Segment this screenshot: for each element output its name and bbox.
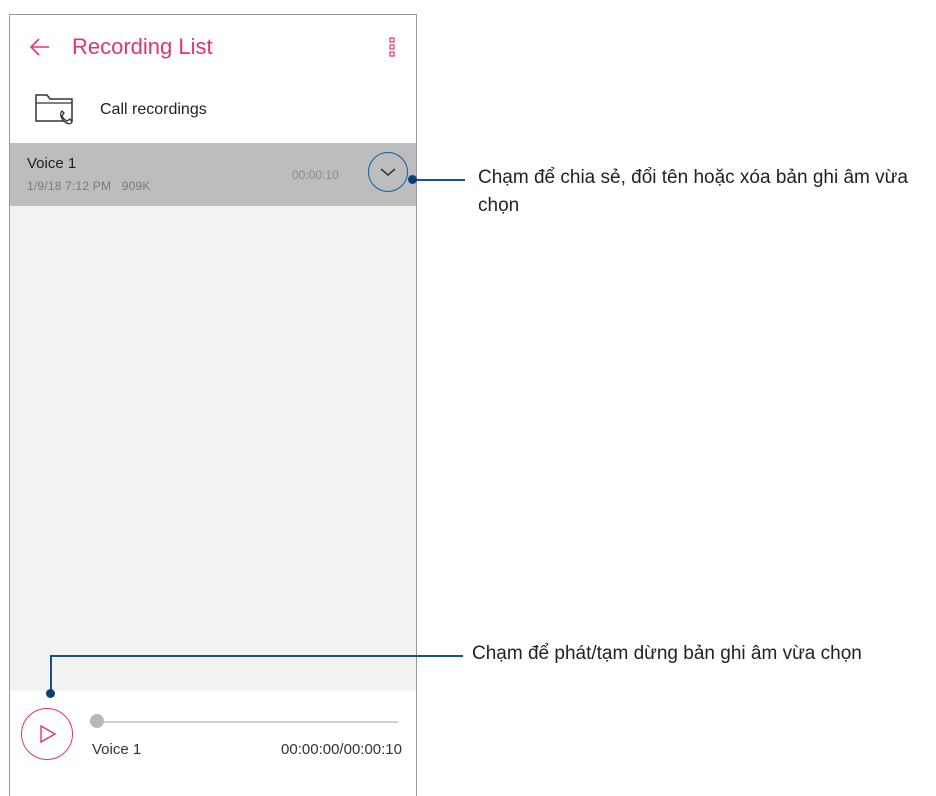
folder-label: Call recordings: [100, 101, 207, 118]
phone-screen: Recording List Call recordings Voice 1 1…: [9, 14, 417, 796]
page-title: Recording List: [72, 34, 213, 59]
folder-row-call-recordings[interactable]: Call recordings: [10, 81, 416, 141]
callout-line: [50, 655, 52, 693]
recording-meta: 1/9/18 7:12 PM 909K: [27, 179, 151, 193]
more-vertical-icon[interactable]: [388, 35, 396, 59]
arrow-left-icon[interactable]: [28, 35, 52, 59]
callout-text-play: Chạm để phát/tạm dừng bản ghi âm vừa chọ…: [472, 643, 862, 664]
callout-line: [50, 655, 463, 657]
callout-dot: [408, 175, 417, 184]
seek-thumb[interactable]: [90, 714, 104, 728]
player-bar: Voice 1 00:00:00/00:00:10: [10, 691, 416, 796]
folder-phone-icon: [34, 91, 76, 127]
recording-list: Voice 1 1/9/18 7:12 PM 909K 00:00:10: [10, 143, 416, 691]
app-bar: Recording List: [10, 15, 416, 79]
play-button[interactable]: [21, 708, 73, 760]
seek-track[interactable]: [94, 721, 398, 723]
callout-dot: [46, 689, 55, 698]
list-item[interactable]: Voice 1 1/9/18 7:12 PM 909K 00:00:10: [10, 143, 416, 206]
chevron-down-icon: [380, 168, 396, 176]
player-time: 00:00:00/00:00:10: [281, 741, 402, 758]
expand-options-button[interactable]: [368, 152, 408, 192]
recording-name: Voice 1: [27, 155, 77, 172]
recording-duration: 00:00:10: [292, 168, 339, 182]
player-recording-name: Voice 1: [92, 741, 142, 758]
callout-text-options: Chạm để chia sẻ, đổi tên hoặc xóa bản gh…: [478, 167, 908, 216]
play-icon: [40, 724, 57, 744]
callout-line: [412, 179, 465, 181]
